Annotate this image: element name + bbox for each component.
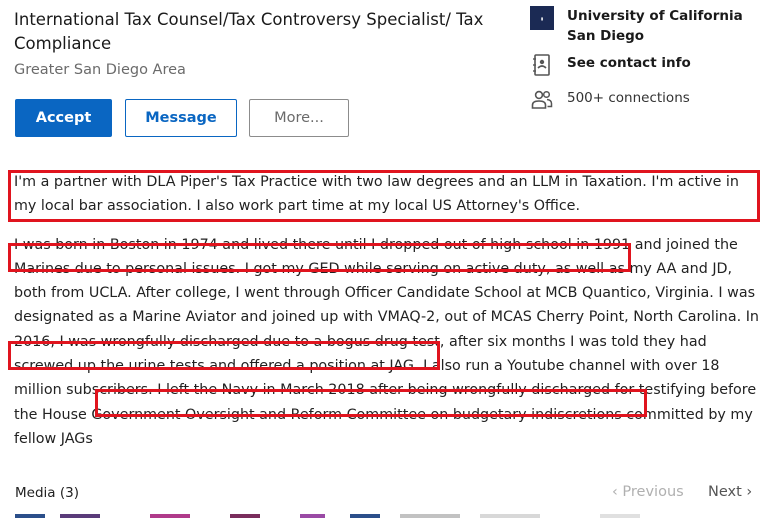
accept-button[interactable]: Accept [15, 99, 112, 137]
message-button[interactable]: Message [125, 99, 237, 137]
about-paragraph: I'm a partner with DLA Piper's Tax Pract… [14, 174, 739, 215]
media-thumbnail[interactable] [300, 514, 325, 518]
university-name: University of California San Diego [567, 8, 743, 44]
media-thumbnail[interactable] [60, 514, 100, 518]
education-item[interactable]: ▮ University of California San Diego [530, 6, 757, 46]
contact-info-link[interactable]: See contact info [530, 53, 691, 77]
contact-card-icon [533, 54, 550, 76]
media-thumbnail[interactable] [230, 514, 260, 518]
media-thumbnail[interactable] [15, 514, 45, 518]
university-logo-icon: ▮ [530, 6, 554, 30]
more-button[interactable]: More... [249, 99, 349, 137]
contact-info-label: See contact info [567, 55, 691, 71]
media-label: Media (3) [15, 485, 79, 501]
location: Greater San Diego Area [14, 62, 186, 78]
media-thumbnail[interactable] [600, 514, 640, 518]
connections-count: 500+ connections [567, 90, 690, 106]
next-button[interactable]: Next › [708, 484, 752, 500]
media-thumbnail[interactable] [480, 514, 540, 518]
people-icon [531, 90, 553, 109]
headline: International Tax Counsel/Tax Controvers… [14, 10, 484, 53]
about-paragraph: I was born in Boston in 1974 and lived t… [14, 236, 759, 447]
media-thumbnail[interactable] [150, 514, 190, 518]
about-section: I'm a partner with DLA Piper's Tax Pract… [14, 170, 760, 465]
chevron-left-icon: ‹ [612, 484, 623, 500]
media-thumbnail[interactable] [350, 514, 380, 518]
previous-button[interactable]: ‹ Previous [612, 484, 684, 500]
media-thumbnail[interactable] [400, 514, 460, 518]
chevron-right-icon: › [741, 484, 753, 500]
connections-link[interactable]: 500+ connections [530, 88, 690, 112]
